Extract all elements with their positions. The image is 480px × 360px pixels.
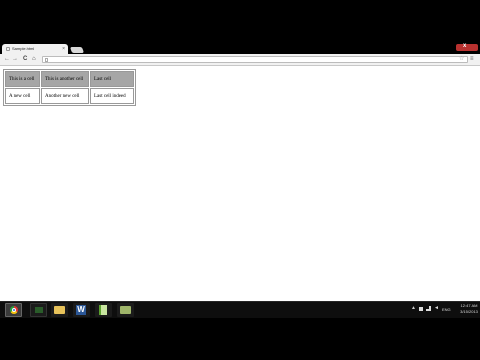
show-hidden-icons-icon[interactable]: ▲ (411, 305, 416, 311)
sample-table: This is a cell This is another cell Last… (3, 69, 136, 106)
taskbar: W ▲ ◄ ENG 12:47 AM 3/15/2013 (0, 301, 480, 318)
volume-icon[interactable]: ◄ (434, 305, 439, 311)
tab-title: Sample.html (12, 46, 35, 51)
language-indicator[interactable]: ENG (442, 307, 451, 312)
table-row: This is a cell This is another cell Last… (5, 71, 134, 87)
action-center-icon[interactable] (419, 307, 423, 311)
home-icon[interactable]: ⌂ (32, 54, 36, 65)
table-row: A new cell Another new cell Last cell in… (5, 88, 134, 104)
word-icon[interactable]: W (73, 303, 90, 317)
table-cell: A new cell (5, 88, 40, 104)
page-favicon-icon (6, 47, 10, 51)
command-prompt-icon[interactable] (30, 303, 47, 317)
clock-date: 3/15/2013 (460, 309, 478, 314)
clock[interactable]: 12:47 AM 3/15/2013 (458, 303, 480, 315)
table-cell: Last cell (90, 71, 134, 87)
reload-icon[interactable]: C (23, 54, 27, 65)
app-icon[interactable] (117, 303, 134, 317)
system-tray: ▲ ◄ ENG 12:47 AM 3/15/2013 (405, 302, 480, 318)
forward-icon[interactable]: → (12, 54, 18, 65)
address-bar[interactable] (42, 56, 468, 63)
page-content: This is a cell This is another cell Last… (0, 66, 480, 301)
back-icon[interactable]: ← (4, 54, 10, 65)
page-icon (45, 58, 48, 62)
table-cell: This is another cell (41, 71, 89, 87)
desktop-screen: Sample.html × x ← → C ⌂ ☆ ≡ This is a ce… (0, 0, 480, 360)
table-cell: Another new cell (41, 88, 89, 104)
window-close-button[interactable]: x (456, 43, 478, 51)
chrome-icon[interactable] (5, 303, 22, 317)
tab-close-icon[interactable]: × (62, 44, 65, 54)
bookmark-star-icon[interactable]: ☆ (459, 54, 464, 65)
close-icon: x (463, 43, 467, 49)
new-tab-button[interactable] (69, 47, 85, 53)
menu-icon[interactable]: ≡ (470, 54, 474, 65)
network-icon[interactable] (426, 306, 431, 311)
file-explorer-icon[interactable] (51, 303, 68, 317)
table-cell: Last cell indeed (90, 88, 134, 104)
browser-toolbar: ← → C ⌂ ☆ ≡ (0, 54, 480, 66)
browser-tab[interactable]: Sample.html × (2, 44, 68, 54)
notepad-icon[interactable] (95, 303, 112, 317)
table-cell: This is a cell (5, 71, 40, 87)
